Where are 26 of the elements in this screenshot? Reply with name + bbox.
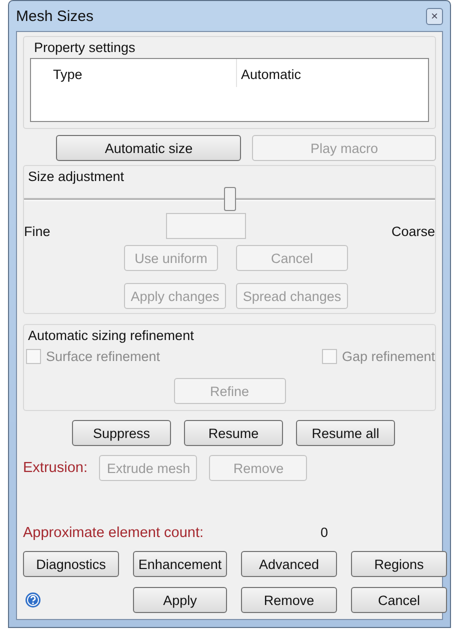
action-button[interactable]: Remove bbox=[241, 587, 337, 613]
close-button[interactable]: × bbox=[426, 8, 443, 24]
property-cell: Type bbox=[31, 59, 237, 87]
action-button[interactable]: Apply bbox=[133, 587, 227, 613]
action-button[interactable]: Enhancement bbox=[133, 551, 227, 577]
element-count-value: 0 bbox=[320, 525, 328, 541]
extrusion-label: Extrusion: bbox=[23, 460, 88, 476]
group-title: Automatic sizing refinement bbox=[27, 327, 195, 345]
action-button[interactable]: Resume all bbox=[296, 420, 395, 446]
action-button[interactable]: Advanced bbox=[241, 551, 337, 577]
size-field[interactable] bbox=[166, 213, 246, 239]
group-title: Size adjustment bbox=[27, 168, 126, 186]
slider-thumb[interactable] bbox=[224, 187, 236, 211]
action-button[interactable]: Diagnostics bbox=[23, 551, 119, 577]
action-button[interactable]: Regions bbox=[351, 551, 447, 577]
fine-label: Fine bbox=[24, 224, 50, 238]
help-icon[interactable] bbox=[25, 592, 41, 608]
action-button[interactable]: Cancel bbox=[351, 587, 447, 613]
window-title: Mesh Sizes bbox=[16, 8, 94, 24]
coarse-label: Coarse bbox=[391, 224, 435, 238]
action-button[interactable]: Suppress bbox=[72, 420, 171, 446]
action-button[interactable]: Automatic size bbox=[56, 135, 242, 161]
property-cell-text: Automatic bbox=[240, 66, 302, 84]
element-count-label: Approximate element count: bbox=[23, 525, 204, 541]
group-title: Property settings bbox=[33, 39, 136, 57]
action-button[interactable]: Resume bbox=[184, 420, 283, 446]
